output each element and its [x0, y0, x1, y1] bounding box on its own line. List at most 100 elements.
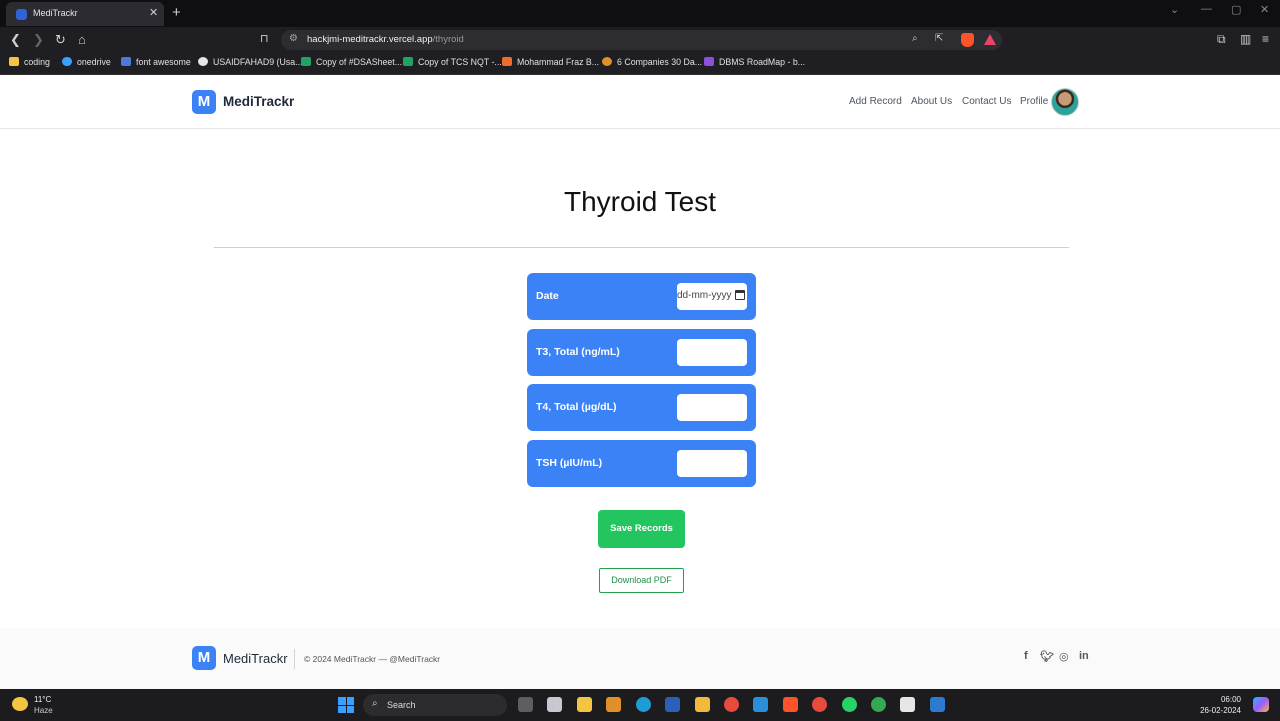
minimize-icon[interactable]: — [1201, 3, 1212, 15]
whatsapp-icon[interactable] [842, 697, 857, 712]
logo-icon[interactable]: M [192, 90, 216, 114]
taskbar-search[interactable]: ⌕ Search [363, 694, 507, 716]
zoom-icon[interactable]: ⌕ [912, 33, 918, 44]
footer-logo-icon[interactable]: M [192, 646, 216, 670]
tsh-field-card: TSH (µIU/mL) [527, 440, 756, 487]
home-icon[interactable]: ⌂ [78, 32, 86, 47]
date-label: Date [536, 290, 559, 302]
flag-icon [121, 57, 131, 66]
site-favicon-icon [16, 9, 27, 20]
tsh-label: TSH (µIU/mL) [536, 457, 603, 469]
twitter-icon[interactable]: 🐦︎ [1040, 650, 1054, 663]
chrome-icon[interactable] [724, 697, 739, 712]
temperature: 11°C [34, 695, 52, 704]
reload-icon[interactable]: ↻ [55, 32, 66, 48]
bookmark-item[interactable]: DBMS RoadMap - b... [704, 57, 805, 67]
avatar[interactable] [1051, 88, 1079, 116]
site-header: M MediTrackr Add Record About Us Contact… [0, 75, 1280, 129]
tab-title: MediTrackr [33, 8, 78, 18]
nav-about-us[interactable]: About Us [911, 96, 952, 107]
site-icon [704, 57, 714, 66]
close-tab-icon[interactable]: ✕ [149, 6, 158, 19]
sticky-notes-icon[interactable] [577, 697, 592, 712]
windows-start-icon[interactable] [338, 697, 354, 713]
linkedin-icon[interactable]: in [1079, 650, 1089, 662]
bookmark-item[interactable]: onedrive [62, 57, 111, 67]
vscode-icon[interactable] [753, 697, 768, 712]
brave-shields-icon[interactable] [961, 33, 974, 47]
extensions-icon[interactable]: ⧉ [1217, 32, 1226, 47]
copilot-icon[interactable] [1253, 697, 1269, 712]
clock-date[interactable]: 26-02-2024 [1197, 706, 1241, 715]
sidebar-icon[interactable]: ▥ [1240, 32, 1251, 46]
search-icon: ⌕ [372, 698, 378, 709]
footer-brand-name[interactable]: MediTrackr [223, 651, 288, 666]
bookmark-item[interactable]: Mohammad Fraz B... [502, 57, 599, 67]
cloud-icon [62, 57, 72, 66]
snipping-tool-icon[interactable] [547, 697, 562, 712]
new-tab-icon[interactable]: + [172, 4, 181, 21]
window-close-icon[interactable]: ✕ [1260, 3, 1269, 16]
github-icon [198, 57, 208, 66]
chrome-profile-icon[interactable] [812, 697, 827, 712]
bookmark-item[interactable]: 6 Companies 30 Da... [602, 57, 702, 67]
date-placeholder: dd-mm-yyyy [677, 290, 732, 301]
menu-icon[interactable]: ≡ [1262, 32, 1269, 46]
photos-icon[interactable] [930, 697, 945, 712]
bookmarks-bar: coding onedrive font awesome USAIDFAHAD9… [0, 53, 1280, 75]
site-footer: M MediTrackr © 2024 MediTrackr — @MediTr… [0, 628, 1280, 689]
share-icon[interactable]: ⇱ [935, 33, 943, 44]
url-text: hackjmi-meditrackr.vercel.app/thyroid [307, 34, 464, 45]
bookmark-item[interactable]: coding [9, 57, 50, 67]
brave-icon[interactable] [783, 697, 798, 712]
weather-condition: Haze [34, 706, 53, 715]
calendar-icon[interactable] [735, 290, 745, 300]
nav-add-record[interactable]: Add Record [849, 96, 902, 107]
nav-profile[interactable]: Profile [1020, 96, 1048, 107]
weather-icon[interactable] [12, 697, 28, 711]
notion-icon[interactable] [900, 697, 915, 712]
t4-label: T4, Total (µg/dL) [536, 401, 617, 413]
maximize-icon[interactable]: ▢ [1231, 3, 1241, 16]
folder-icon [9, 57, 19, 66]
back-icon[interactable]: ❮ [10, 32, 21, 48]
word-icon[interactable] [665, 697, 680, 712]
save-records-button[interactable]: Save Records [598, 510, 685, 548]
edge-icon[interactable] [636, 697, 651, 712]
t3-label: T3, Total (ng/mL) [536, 346, 620, 358]
forward-icon[interactable]: ❯ [33, 32, 44, 48]
footer-separator [294, 649, 295, 669]
cookie-icon [602, 57, 612, 66]
date-input[interactable]: dd-mm-yyyy [677, 283, 747, 310]
t4-field-card: T4, Total (µg/dL) [527, 384, 756, 431]
clock-time[interactable]: 06:00 [1199, 695, 1241, 704]
instagram-icon[interactable]: ◎ [1059, 650, 1069, 663]
site-info-icon[interactable]: ⚙ [289, 33, 298, 44]
divider [214, 247, 1069, 248]
sublime-text-icon[interactable] [606, 697, 621, 712]
brand-name[interactable]: MediTrackr [223, 94, 294, 109]
file-explorer-icon[interactable] [695, 697, 710, 712]
t4-input[interactable] [677, 394, 747, 421]
t3-input[interactable] [677, 339, 747, 366]
sheets-icon [403, 57, 413, 66]
date-field-card: Date dd-mm-yyyy [527, 273, 756, 320]
browser-toolbar: ❮ ❯ ↻ ⌂ ⊓ ⚙ hackjmi-meditrackr.vercel.ap… [0, 27, 1280, 53]
download-pdf-button[interactable]: Download PDF [599, 568, 684, 593]
browser-tab[interactable]: MediTrackr ✕ [6, 2, 164, 26]
chrome-canary-icon[interactable] [871, 697, 886, 712]
task-view-icon[interactable] [518, 697, 533, 712]
bookmark-item[interactable]: USAIDFAHAD9 (Usa... [198, 57, 302, 67]
os-taskbar: 11°C Haze ⌕ Search 06:00 26-02-2024 [0, 689, 1280, 721]
bookmark-item[interactable]: font awesome [121, 57, 191, 67]
bookmark-item[interactable]: Copy of TCS NQT -... [403, 57, 502, 67]
nav-contact-us[interactable]: Contact Us [962, 96, 1011, 107]
tab-search-icon[interactable]: ⌄ [1170, 3, 1179, 16]
facebook-icon[interactable]: f [1024, 650, 1028, 662]
tsh-input[interactable] [677, 450, 747, 477]
bookmark-icon[interactable]: ⊓ [260, 32, 269, 45]
brave-rewards-icon[interactable] [984, 34, 996, 45]
address-bar[interactable]: ⚙ hackjmi-meditrackr.vercel.app/thyroid … [281, 30, 1002, 50]
bookmark-item[interactable]: Copy of #DSASheet... [301, 57, 402, 67]
site-icon [502, 57, 512, 66]
